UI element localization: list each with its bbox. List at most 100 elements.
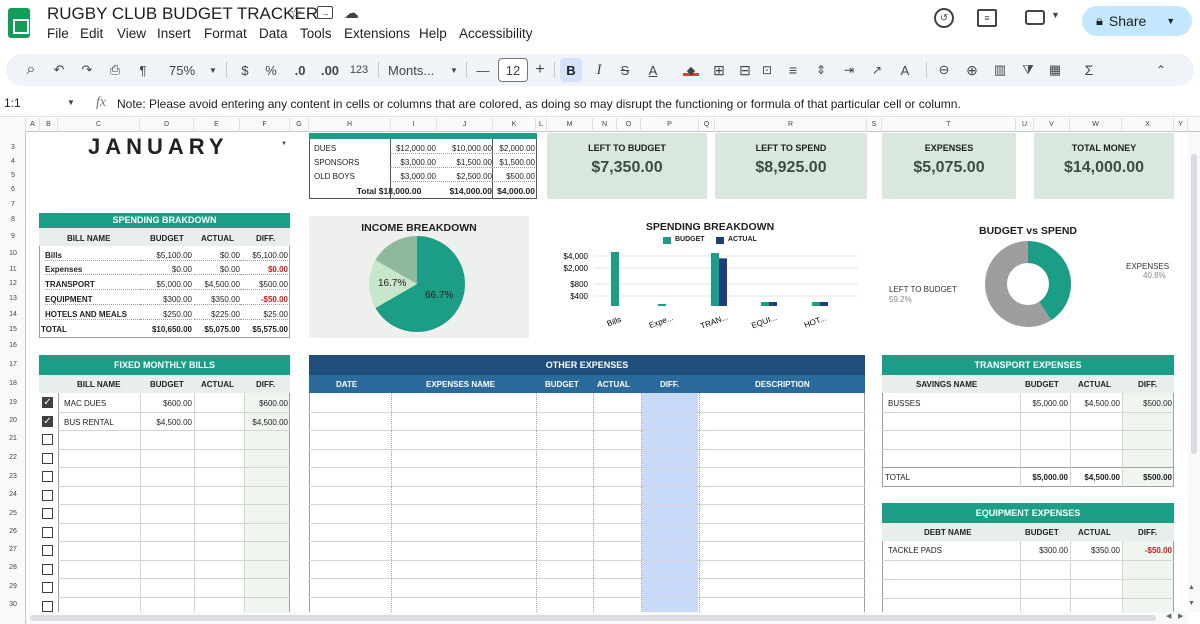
row-header-11[interactable]: 11 — [0, 266, 26, 273]
undo-icon[interactable]: ↶ — [50, 58, 68, 82]
income-row-label[interactable]: DUES — [314, 144, 336, 153]
column-header-l[interactable]: L — [536, 118, 547, 132]
row-checkbox[interactable] — [42, 397, 53, 408]
row-header-9[interactable]: 9 — [0, 233, 26, 240]
chevron-down-icon[interactable]: ▼ — [1051, 10, 1060, 20]
row-header-28[interactable]: 28 — [0, 564, 26, 571]
share-button[interactable]: 🔒︎ Share ▼ — [1082, 6, 1192, 36]
vertical-align-icon[interactable]: ⇕ — [810, 58, 832, 82]
sheets-logo-icon[interactable] — [8, 8, 30, 38]
equipment-row-actual[interactable]: $350.00 — [1070, 546, 1120, 555]
version-history-icon[interactable]: ↺ — [934, 8, 954, 28]
row-header-27[interactable]: 27 — [0, 546, 26, 553]
column-header-f[interactable]: F — [240, 118, 290, 132]
insert-comment-icon[interactable]: ⊕ — [962, 58, 982, 82]
bar-budget[interactable] — [611, 252, 619, 306]
functions-icon[interactable]: Σ — [1080, 58, 1098, 82]
transport-row-actual[interactable]: $4,500.00 — [1070, 399, 1120, 408]
comments-icon[interactable]: ≡ — [977, 9, 997, 27]
document-title[interactable]: RUGBY CLUB BUDGET TRACKER — [47, 4, 318, 24]
menu-accessibility[interactable]: Accessibility — [459, 26, 533, 41]
row-header-20[interactable]: 20 — [0, 417, 26, 424]
row-header-30[interactable]: 30 — [0, 601, 26, 608]
menu-format[interactable]: Format — [204, 26, 247, 41]
bar-actual[interactable] — [719, 258, 727, 306]
row-header-12[interactable]: 12 — [0, 280, 26, 287]
select-all-corner[interactable] — [0, 118, 26, 132]
income-row-label[interactable]: SPONSORS — [314, 158, 359, 167]
text-wrapping-icon[interactable]: ⇥ — [838, 58, 860, 82]
filter-views-icon[interactable]: ▦ — [1044, 58, 1066, 82]
bar-budget[interactable] — [761, 302, 769, 306]
row-checkbox[interactable] — [42, 582, 53, 593]
column-header-r[interactable]: R — [715, 118, 867, 132]
search-icon[interactable]: ⌕ — [22, 58, 40, 82]
zoom-select[interactable]: 75% — [160, 58, 204, 82]
menu-view[interactable]: View — [117, 26, 146, 41]
column-header-p[interactable]: P — [641, 118, 699, 132]
row-header-16[interactable]: 16 — [0, 342, 26, 349]
row-header-25[interactable]: 25 — [0, 510, 26, 517]
scroll-up-icon[interactable]: ▲ — [1188, 584, 1195, 591]
transport-row-name[interactable]: BUSSES — [888, 399, 920, 408]
column-header-a[interactable]: A — [26, 118, 40, 132]
vertical-scroll-thumb[interactable] — [1191, 154, 1197, 454]
chevron-down-icon[interactable]: ▼ — [448, 58, 460, 82]
decrease-font-size-icon[interactable]: — — [476, 58, 490, 82]
column-header-i[interactable]: I — [391, 118, 437, 132]
horizontal-scrollbar[interactable] — [26, 612, 1188, 624]
row-checkbox[interactable] — [42, 434, 53, 445]
text-rotate-menu-icon[interactable]: A — [894, 58, 916, 82]
row-header-5[interactable]: 5 — [0, 172, 26, 179]
merge-type-icon[interactable]: ⊡ — [760, 58, 774, 82]
column-header-e[interactable]: E — [194, 118, 240, 132]
print-icon[interactable]: ⎙ — [106, 58, 124, 82]
merge-cells-icon[interactable]: ⊟ — [736, 58, 754, 82]
column-header-t[interactable]: T — [882, 118, 1016, 132]
text-rotation-icon[interactable]: ↗ — [866, 58, 888, 82]
row-checkbox[interactable] — [42, 527, 53, 538]
chevron-down-icon[interactable]: ▼ — [207, 58, 219, 82]
income-row-actual[interactable]: $1,500.00 — [437, 158, 492, 168]
row-header-23[interactable]: 23 — [0, 473, 26, 480]
row-header-21[interactable]: 21 — [0, 435, 26, 442]
column-header-g[interactable]: G — [290, 118, 309, 132]
font-size-input[interactable]: 12 — [498, 58, 528, 82]
menu-help[interactable]: Help — [419, 26, 447, 41]
row-header-18[interactable]: 18 — [0, 380, 26, 387]
currency-format-button[interactable]: $ — [236, 58, 254, 82]
menu-edit[interactable]: Edit — [80, 26, 103, 41]
column-header-j[interactable]: J — [437, 118, 493, 132]
row-header-13[interactable]: 13 — [0, 295, 26, 302]
row-checkbox[interactable] — [42, 601, 53, 612]
bar-budget[interactable] — [711, 253, 719, 306]
paint-format-icon[interactable]: ¶ — [134, 58, 152, 82]
fixed-bill-name[interactable]: MAC DUES — [64, 399, 106, 408]
month-dropdown-icon[interactable]: ▼ — [281, 141, 287, 147]
row-header-10[interactable]: 10 — [0, 250, 26, 257]
bar-actual[interactable] — [769, 302, 777, 306]
row-header-7[interactable]: 7 — [0, 201, 26, 208]
menu-file[interactable]: File — [47, 26, 69, 41]
star-icon[interactable]: ☆ — [289, 4, 302, 22]
bar-budget[interactable] — [658, 304, 666, 306]
bar-actual[interactable] — [820, 302, 828, 306]
insert-chart-icon[interactable]: ▥ — [990, 58, 1010, 82]
fixed-bill-budget[interactable]: $600.00 — [140, 399, 192, 408]
column-header-w[interactable]: W — [1070, 118, 1122, 132]
column-header-s[interactable]: S — [867, 118, 882, 132]
bar-budget[interactable] — [812, 302, 820, 306]
row-header-29[interactable]: 29 — [0, 583, 26, 590]
scroll-left-icon[interactable]: ◀ — [1166, 612, 1171, 620]
horizontal-scroll-thumb[interactable] — [30, 615, 1156, 621]
fixed-bill-name[interactable]: BUS RENTAL — [64, 418, 114, 427]
move-folder-icon[interactable]: → — [317, 6, 333, 19]
column-header-y[interactable]: Y — [1174, 118, 1188, 132]
bold-button[interactable]: B — [560, 58, 582, 82]
column-header-v[interactable]: V — [1034, 118, 1070, 132]
column-header-o[interactable]: O — [617, 118, 641, 132]
cloud-status-icon[interactable]: ☁ — [344, 4, 359, 22]
redo-icon[interactable]: ↷ — [78, 58, 96, 82]
column-header-u[interactable]: U — [1016, 118, 1034, 132]
row-header-22[interactable]: 22 — [0, 454, 26, 461]
